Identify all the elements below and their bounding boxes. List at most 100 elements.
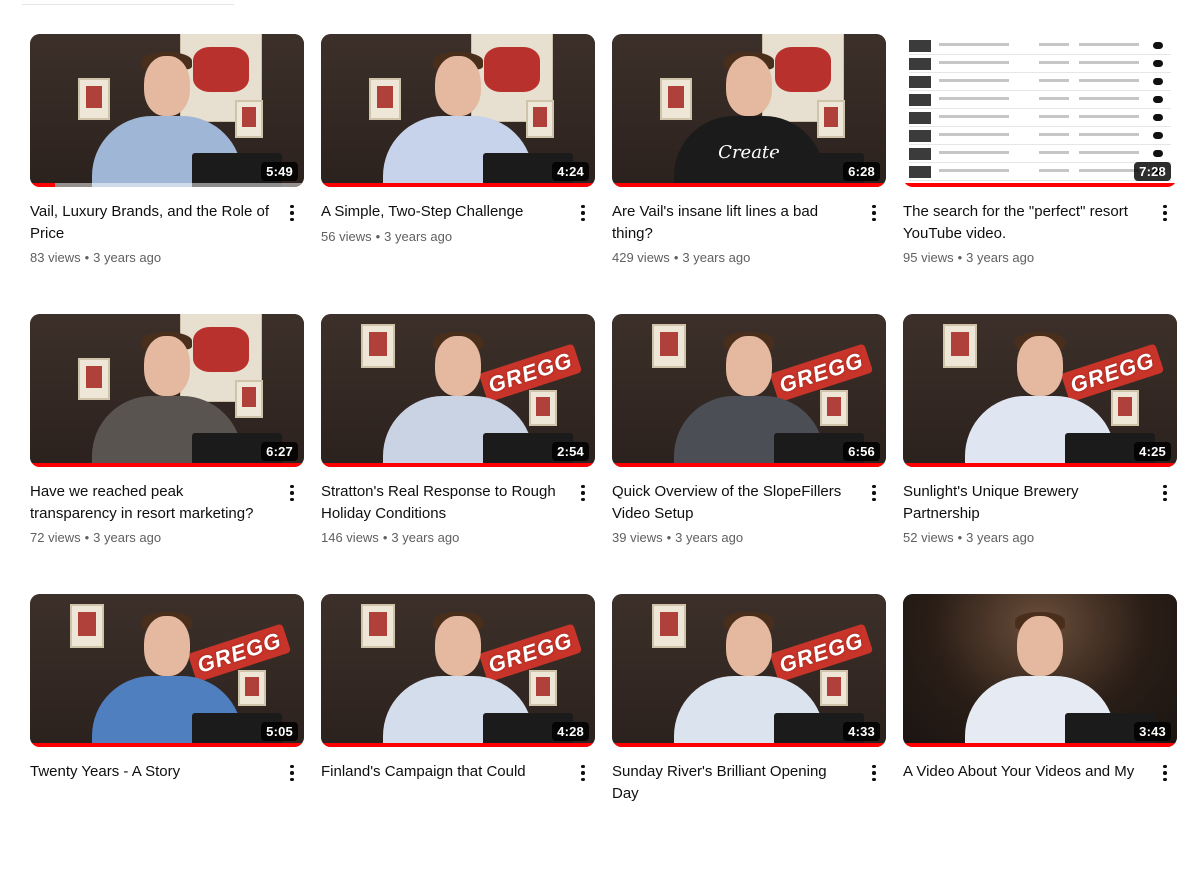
thumbnail-pill [1153,114,1163,121]
watch-progress-bar [321,463,595,467]
upload-age: 3 years ago [966,530,1035,545]
video-title[interactable]: Have we reached peak transparency in res… [30,481,274,524]
more-options-icon[interactable] [1153,481,1177,505]
more-options-icon[interactable] [571,201,595,225]
watch-progress-bar [903,743,1177,747]
duration-badge: 3:43 [1134,722,1171,741]
wall-frame [238,670,266,706]
view-count: 72 views [30,530,81,545]
wall-frame [369,78,401,120]
video-meta: Sunlight's Unique Brewery Partnership 52 … [903,481,1177,545]
video-card: 6:27 Have we reached peak transparency in… [30,314,304,594]
video-title[interactable]: Twenty Years - A Story [30,761,274,783]
thumbnail-pill [1153,132,1163,139]
watch-progress-fill [321,743,595,747]
thumbnail-table-row [909,110,1171,127]
wall-frame [820,390,848,426]
person-face [435,56,481,116]
view-count: 52 views [903,530,954,545]
more-options-dot [290,777,294,782]
video-title[interactable]: Quick Overview of the SlopeFillers Video… [612,481,856,524]
person-face [144,56,190,116]
view-count: 39 views [612,530,663,545]
upload-age: 3 years ago [966,250,1035,265]
watch-progress-bar [321,183,595,187]
more-options-icon[interactable] [1153,761,1177,785]
video-thumbnail[interactable]: Create 6:28 [612,34,886,187]
video-title[interactable]: A Video About Your Videos and My [903,761,1147,783]
thumbnail-text-line [939,61,1009,64]
video-title[interactable]: Vail, Luxury Brands, and the Role of Pri… [30,201,274,244]
upload-age: 3 years ago [682,250,751,265]
duration-badge: 6:28 [843,162,880,181]
duration-badge: 6:56 [843,442,880,461]
video-meta: Vail, Luxury Brands, and the Role of Pri… [30,201,304,265]
thumbnail-table-row [909,38,1171,55]
thumbnail-pill [1153,96,1163,103]
upload-age: 3 years ago [93,530,162,545]
video-thumbnail[interactable]: 4:24 [321,34,595,187]
thumbnail-table-row [909,164,1171,181]
video-thumbnail[interactable]: GREGG 4:33 [612,594,886,747]
more-options-dot [581,764,585,769]
video-title[interactable]: Sunlight's Unique Brewery Partnership [903,481,1147,524]
separator-dot: • [957,250,963,265]
video-title[interactable]: Stratton's Real Response to Rough Holida… [321,481,565,524]
video-card: 7:28 The search for the "perfect" resort … [903,34,1177,314]
video-title[interactable]: Sunday River's Brilliant Opening Day [612,761,856,804]
video-thumbnail[interactable]: GREGG 4:25 [903,314,1177,467]
more-options-dot [290,764,294,769]
thumbnail-table-row [909,146,1171,163]
more-options-icon[interactable] [280,481,304,505]
more-options-icon[interactable] [862,761,886,785]
more-options-icon[interactable] [280,201,304,225]
video-meta: Twenty Years - A Story [30,761,304,783]
more-options-dot [1163,217,1167,222]
video-thumbnail[interactable]: 3:43 [903,594,1177,747]
video-thumbnail[interactable]: 5:49 [30,34,304,187]
watch-progress-fill [321,183,595,187]
watch-progress-bar [612,743,886,747]
video-title[interactable]: A Simple, Two-Step Challenge [321,201,565,223]
video-title[interactable]: Are Vail's insane lift lines a bad thing… [612,201,856,244]
more-options-icon[interactable] [280,761,304,785]
thumbnail-mini [909,112,931,124]
video-thumbnail[interactable]: GREGG 2:54 [321,314,595,467]
more-options-icon[interactable] [862,201,886,225]
video-stats: 56 views • 3 years ago [321,229,565,244]
more-options-icon[interactable] [1153,201,1177,225]
video-thumbnail[interactable]: 7:28 [903,34,1177,187]
person-face [726,336,772,396]
more-options-dot [1163,491,1167,495]
video-title[interactable]: Finland's Campaign that Could [321,761,565,783]
duration-badge: 4:25 [1134,442,1171,461]
video-meta: Have we reached peak transparency in res… [30,481,304,545]
video-title[interactable]: The search for the "perfect" resort YouT… [903,201,1147,244]
thumbnail-text-line [1079,115,1139,118]
wall-frame [652,604,686,648]
video-card: 5:49 Vail, Luxury Brands, and the Role of… [30,34,304,314]
thumbnail-mini [909,58,931,70]
wall-frame [78,358,110,400]
thumbnail-table-row [909,56,1171,73]
video-thumbnail[interactable]: GREGG 4:28 [321,594,595,747]
wall-frame [652,324,686,368]
video-card: GREGG 6:56 Quick Overview of the SlopeFill… [612,314,886,594]
thumbnail-pill [1153,150,1163,157]
more-options-icon[interactable] [571,481,595,505]
more-options-dot [581,204,585,209]
video-thumbnail[interactable]: 6:27 [30,314,304,467]
more-options-dot [581,484,585,489]
more-options-icon[interactable] [862,481,886,505]
video-card: GREGG 5:05 Twenty Years - A Story [30,594,304,874]
separator-dot: • [375,228,381,244]
person-face [726,616,772,676]
more-options-icon[interactable] [571,761,595,785]
video-thumbnail[interactable]: GREGG 5:05 [30,594,304,747]
duration-badge: 4:24 [552,162,589,181]
video-stats: 72 views • 3 years ago [30,530,274,545]
video-card: GREGG 4:25 Sunlight's Unique Brewery Partn… [903,314,1177,594]
view-count: 56 views [321,228,372,244]
video-thumbnail[interactable]: GREGG 6:56 [612,314,886,467]
watch-progress-fill [903,743,1177,747]
